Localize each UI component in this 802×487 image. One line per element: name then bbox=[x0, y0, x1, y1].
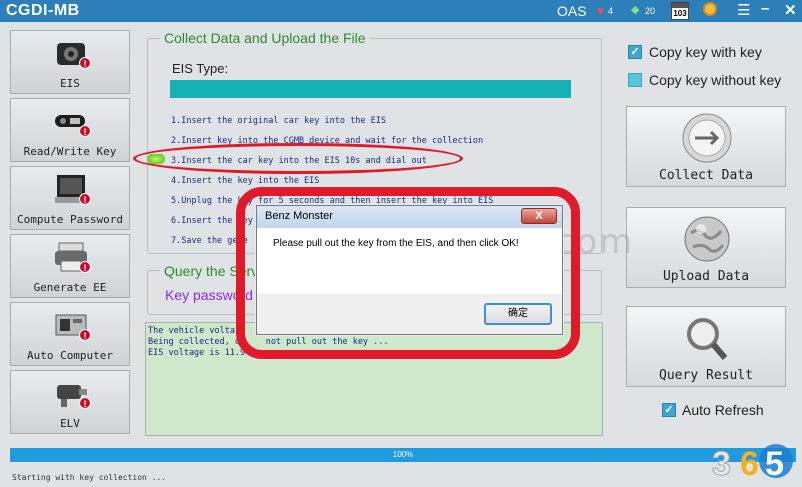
sidebar-item-elv[interactable]: ! ELV bbox=[10, 370, 130, 434]
step-4: 4.Insert the key into the EIS bbox=[171, 176, 320, 186]
dialog-message: Please pull out the key from the EIS, an… bbox=[273, 238, 519, 249]
collect-group-title: Collect Data and Upload the File bbox=[160, 30, 370, 46]
gem-icon: ◆ bbox=[631, 4, 640, 16]
query-result-label: Query Result bbox=[659, 368, 753, 383]
eis-type-label: EIS Type: bbox=[172, 61, 229, 76]
heart-icon: ♥ bbox=[597, 4, 605, 18]
status-text: Starting with key collection ... bbox=[12, 473, 167, 482]
query-result-button[interactable]: Query Result bbox=[626, 306, 786, 387]
sidebar-item-label: Compute Password bbox=[17, 213, 123, 226]
sidebar-item-auto-computer[interactable]: ! Auto Computer bbox=[10, 302, 130, 366]
alert-badge: ! bbox=[79, 397, 91, 409]
dialog-ok-button[interactable]: 确定 bbox=[484, 303, 552, 325]
upload-data-button[interactable]: Upload Data bbox=[626, 207, 786, 288]
message-dialog: Benz Monster X Please pull out the key f… bbox=[256, 205, 563, 335]
alert-badge: ! bbox=[79, 193, 91, 205]
globe-icon bbox=[684, 216, 730, 262]
sidebar-item-read-write-key[interactable]: ! Read/Write Key bbox=[10, 98, 130, 162]
brand-logo: 3 6 5 bbox=[712, 444, 793, 484]
progress-label: 100% bbox=[392, 450, 414, 459]
dialog-title-bar: Benz Monster X bbox=[257, 206, 562, 228]
magnifier-icon bbox=[687, 318, 728, 360]
sidebar-item-label: Generate EE bbox=[33, 281, 107, 294]
sidebar-item-label: Read/Write Key bbox=[23, 145, 117, 158]
minimize-icon[interactable]: – bbox=[761, 0, 769, 17]
svg-text:6: 6 bbox=[740, 445, 759, 483]
copy-with-key-checkbox[interactable]: ✓ bbox=[628, 45, 642, 59]
title-bar: CGDI-MB OAS ♥ 4 ◆ 20 103 ☰ – ✕ bbox=[0, 0, 802, 22]
sidebar-item-label: ELV bbox=[60, 417, 80, 430]
dialog-title: Benz Monster bbox=[265, 210, 333, 222]
menu-icon[interactable]: ☰ bbox=[737, 1, 750, 19]
copy-without-key-checkbox[interactable] bbox=[628, 73, 642, 87]
auto-refresh-label: Auto Refresh bbox=[682, 402, 764, 418]
close-icon[interactable]: ✕ bbox=[784, 1, 797, 19]
copy-with-key-label: Copy key with key bbox=[649, 44, 762, 60]
step-1: 1.Insert the original car key into the E… bbox=[171, 116, 386, 126]
dialog-close-button[interactable]: X bbox=[521, 208, 557, 224]
sidebar-item-compute-password[interactable]: ! Compute Password bbox=[10, 166, 130, 230]
alert-badge: ! bbox=[79, 57, 91, 69]
svg-text:5: 5 bbox=[765, 445, 784, 483]
sidebar-item-generate-ee[interactable]: ! Generate EE bbox=[10, 234, 130, 298]
alert-badge: ! bbox=[79, 125, 91, 137]
copy-without-key-label: Copy key without key bbox=[649, 72, 782, 88]
sidebar-item-label: Auto Computer bbox=[26, 349, 114, 362]
oas-label: OAS bbox=[557, 3, 587, 19]
upload-data-label: Upload Data bbox=[662, 269, 750, 284]
log-line: The vehicle volta bbox=[148, 326, 235, 336]
alert-badge: ! bbox=[79, 329, 91, 341]
log-line: EIS voltage is 11.9 bbox=[148, 348, 246, 358]
usb-transfer-icon bbox=[682, 113, 732, 163]
sidebar-item-eis[interactable]: ! EIS bbox=[10, 30, 130, 94]
alert-badge: ! bbox=[79, 261, 91, 273]
collect-data-label: Collect Data bbox=[659, 168, 753, 183]
gem-count: 20 bbox=[645, 6, 656, 16]
calendar-day: 103 bbox=[673, 9, 687, 18]
calendar-icon[interactable]: 103 bbox=[671, 2, 689, 20]
svg-text:3: 3 bbox=[712, 445, 731, 483]
eis-type-field bbox=[170, 80, 571, 98]
heart-count: 4 bbox=[608, 6, 614, 16]
app-title: CGDI-MB bbox=[6, 2, 80, 19]
step-highlight-annotation bbox=[133, 143, 463, 174]
auto-refresh-checkbox[interactable]: ✓ bbox=[662, 403, 676, 417]
progress-bar: 100% bbox=[10, 448, 796, 462]
collect-data-button[interactable]: Collect Data bbox=[626, 106, 786, 187]
medal-icon[interactable] bbox=[703, 2, 717, 16]
sidebar-item-label: EIS bbox=[60, 77, 80, 90]
